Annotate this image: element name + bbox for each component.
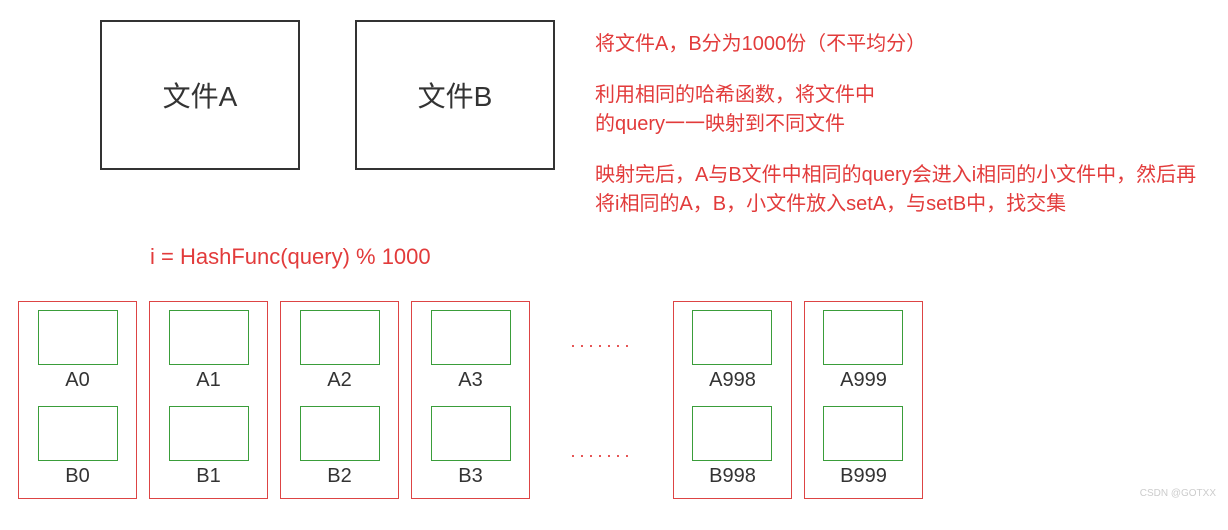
hash-formula: i = HashFunc(query) % 1000: [150, 244, 1218, 270]
cluster-right: A998 B998 A999 B999: [673, 301, 923, 499]
label-b999: B999: [840, 465, 887, 488]
label-a3: A3: [458, 369, 482, 392]
annotation-block: 将文件A，B分为1000份（不平均分） 利用相同的哈希函数，将文件中 的quer…: [595, 20, 1196, 219]
annotation-line-2: 利用相同的哈希函数，将文件中 的query一一映射到不同文件: [595, 81, 1196, 139]
file-a-box: 文件A: [100, 20, 300, 170]
cell-a998: A998: [692, 310, 772, 392]
mini-box-icon: [38, 406, 118, 461]
annotation-line-1: 将文件A，B分为1000份（不平均分）: [595, 30, 1196, 59]
ellipsis-bottom: ·······: [570, 445, 633, 466]
cell-a2: A2: [300, 310, 380, 392]
cell-a999: A999: [823, 310, 903, 392]
label-b2: B2: [327, 465, 351, 488]
watermark: CSDN @GOTXX: [1140, 488, 1216, 499]
mini-box-icon: [300, 406, 380, 461]
mini-box-icon: [169, 310, 249, 365]
mini-box-icon: [823, 310, 903, 365]
mini-box-icon: [431, 406, 511, 461]
annotation-line-3a: 映射完后，A与B文件中相同的query会进入i相同的小文件中，然后再: [595, 161, 1196, 190]
annotation-line-2a: 利用相同的哈希函数，将文件中: [595, 81, 1196, 110]
cell-b2: B2: [300, 406, 380, 488]
mini-box-icon: [169, 406, 249, 461]
group-0: A0 B0: [18, 301, 137, 499]
label-a1: A1: [196, 369, 220, 392]
cell-a3: A3: [431, 310, 511, 392]
annotation-line-3b: 将i相同的A，B，小文件放入setA，与setB中，找交集: [595, 190, 1196, 219]
label-a2: A2: [327, 369, 351, 392]
label-b0: B0: [65, 465, 89, 488]
mini-box-icon: [38, 310, 118, 365]
label-a998: A998: [709, 369, 756, 392]
annotation-line-3: 映射完后，A与B文件中相同的query会进入i相同的小文件中，然后再 将i相同的…: [595, 161, 1196, 219]
group-3: A3 B3: [411, 301, 530, 499]
cell-b3: B3: [431, 406, 511, 488]
group-999: A999 B999: [804, 301, 923, 499]
group-2: A2 B2: [280, 301, 399, 499]
group-998: A998 B998: [673, 301, 792, 499]
label-a0: A0: [65, 369, 89, 392]
file-b-label: 文件B: [418, 75, 493, 115]
file-boxes: 文件A 文件B: [100, 20, 555, 170]
ellipsis-top: ·······: [570, 335, 633, 356]
mini-box-icon: [300, 310, 380, 365]
group-1: A1 B1: [149, 301, 268, 499]
mini-box-icon: [692, 406, 772, 461]
cell-b998: B998: [692, 406, 772, 488]
file-b-box: 文件B: [355, 20, 555, 170]
cell-a1: A1: [169, 310, 249, 392]
mini-box-icon: [823, 406, 903, 461]
label-a999: A999: [840, 369, 887, 392]
top-row: 文件A 文件B 将文件A，B分为1000份（不平均分） 利用相同的哈希函数，将文…: [10, 20, 1218, 219]
cluster-left: A0 B0 A1 B1 A2 B2: [18, 301, 530, 499]
mini-box-icon: [692, 310, 772, 365]
cell-b1: B1: [169, 406, 249, 488]
cell-b999: B999: [823, 406, 903, 488]
label-b3: B3: [458, 465, 482, 488]
mini-box-icon: [431, 310, 511, 365]
ellipsis: ······· ·······: [530, 290, 673, 510]
cell-b0: B0: [38, 406, 118, 488]
partition-row: A0 B0 A1 B1 A2 B2: [18, 290, 1218, 510]
file-a-label: 文件A: [163, 75, 238, 115]
annotation-line-2b: 的query一一映射到不同文件: [595, 110, 1196, 139]
label-b998: B998: [709, 465, 756, 488]
cell-a0: A0: [38, 310, 118, 392]
label-b1: B1: [196, 465, 220, 488]
